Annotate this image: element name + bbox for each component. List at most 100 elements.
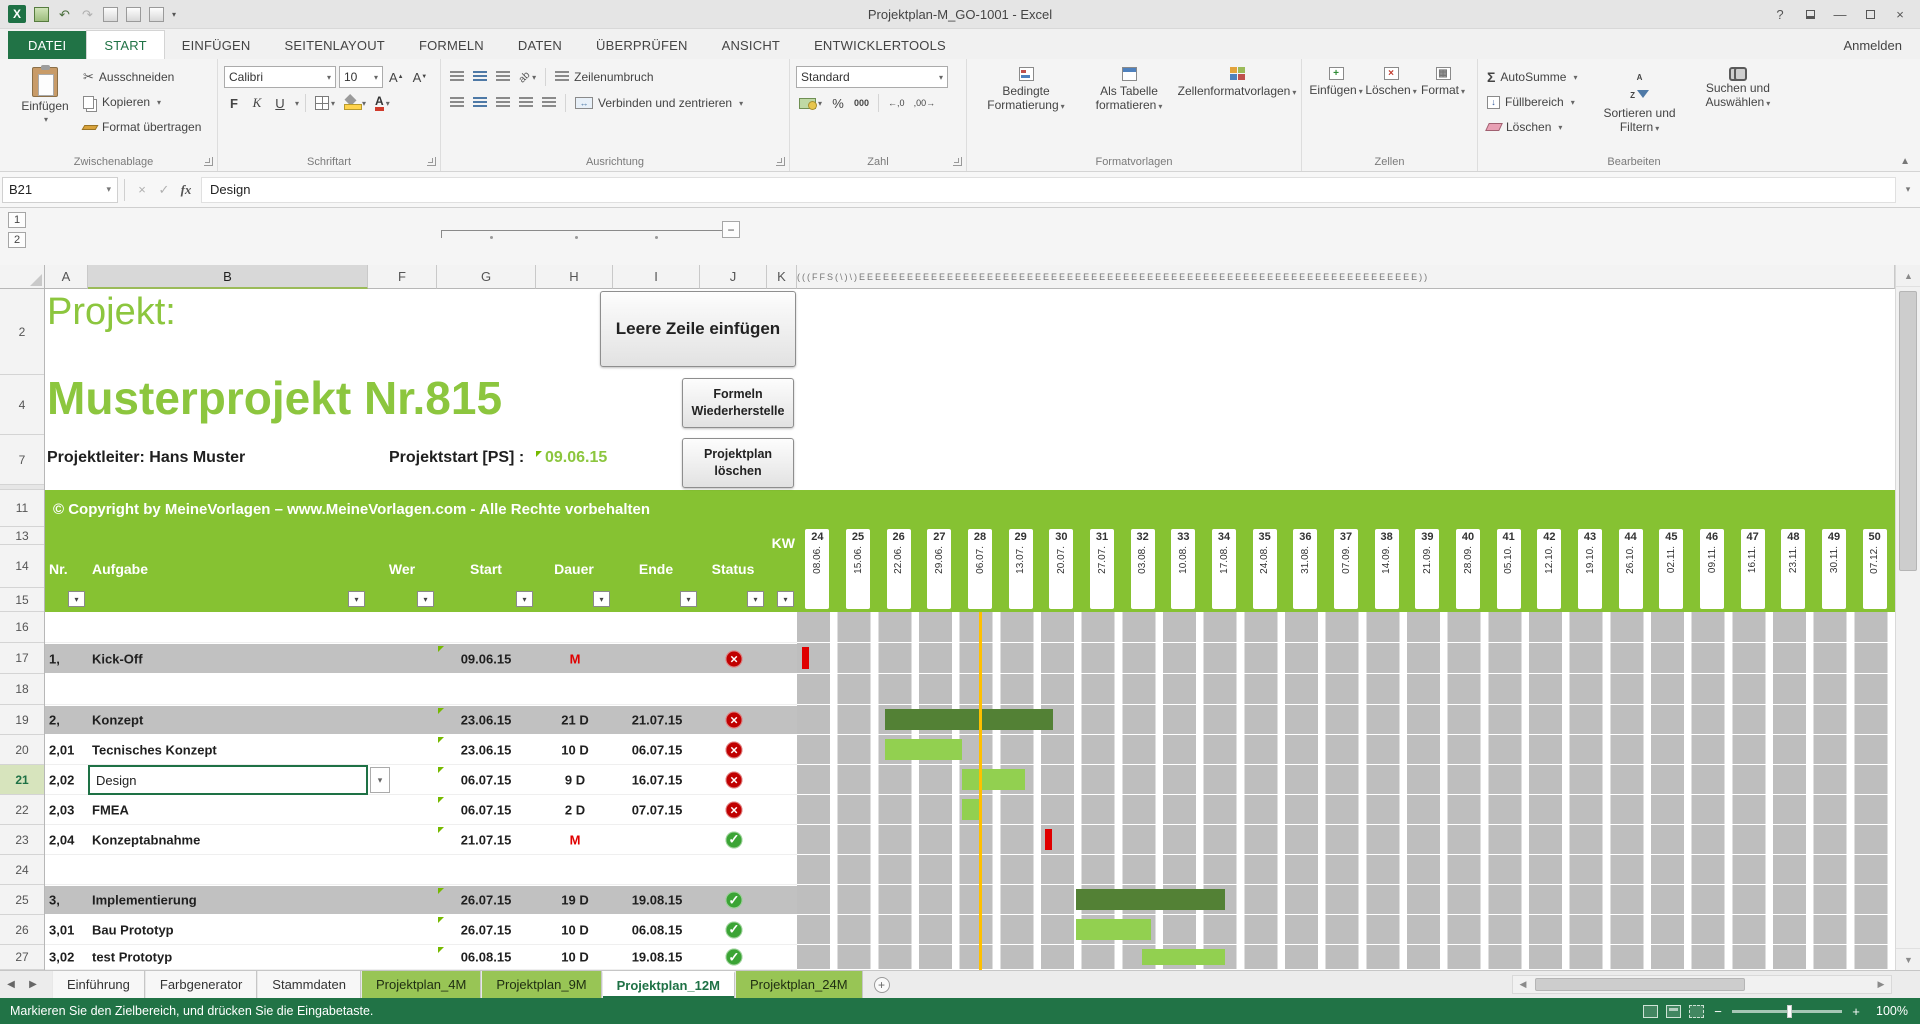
sheet-tab-farbgenerator[interactable]: Farbgenerator <box>145 971 257 998</box>
orientation-button[interactable]: ab▾ <box>516 66 539 88</box>
paste-button[interactable]: Einfügen ▾ <box>16 64 74 151</box>
name-box[interactable]: B21 ▾ <box>2 177 118 203</box>
sign-in-link[interactable]: Anmelden <box>1843 38 1920 59</box>
outline-level-2-button[interactable]: 2 <box>8 232 26 248</box>
selected-cell[interactable]: Design <box>88 765 368 795</box>
ribbon-tab-berpr-fen[interactable]: ÜBERPRÜFEN <box>579 31 705 59</box>
filter-button-col-b[interactable]: ▾ <box>348 591 365 607</box>
task-row-19[interactable]: 2,Konzept23.06.1521 D21.07.15× <box>45 705 797 735</box>
row-header-21[interactable]: 21 <box>0 765 44 795</box>
task-row-20[interactable]: 2,01Tecnisches Konzept23.06.1510 D06.07.… <box>45 735 797 765</box>
increase-indent-button[interactable] <box>539 92 559 114</box>
row-header-19[interactable]: 19 <box>0 705 44 735</box>
row-header-15[interactable]: 15 <box>0 588 44 612</box>
vertical-scrollbar[interactable]: ▲ ▼ <box>1895 265 1920 970</box>
filter-button-col-i[interactable]: ▾ <box>680 591 697 607</box>
paste-quick-icon[interactable] <box>126 7 141 22</box>
close-button[interactable]: × <box>1886 3 1914 25</box>
zoom-level[interactable]: 100% <box>1870 1004 1908 1018</box>
font-color-button[interactable]: A▾ <box>372 92 393 114</box>
collapse-ribbon-icon[interactable]: ▲ <box>1900 156 1910 167</box>
decrease-decimal-button[interactable]: ,00→ <box>911 92 939 114</box>
increase-decimal-button[interactable]: ←,0 <box>885 92 908 114</box>
bold-button[interactable]: F <box>224 92 244 114</box>
new-sheet-button[interactable]: + <box>869 971 895 998</box>
zoom-slider-thumb[interactable] <box>1787 1005 1792 1018</box>
sheet-nav-left-icon[interactable]: ◀ <box>0 971 22 998</box>
wrap-text-button[interactable]: Zeilenumbruch <box>552 66 656 88</box>
ribbon-tab-daten[interactable]: DATEN <box>501 31 579 59</box>
cancel-entry-icon[interactable]: × <box>131 182 153 197</box>
task-row-18[interactable] <box>45 674 797 705</box>
vertical-scrollbar-thumb[interactable] <box>1899 291 1917 571</box>
row-header-4[interactable]: 4 <box>0 375 44 435</box>
scroll-up-icon[interactable]: ▲ <box>1896 265 1920 287</box>
zoom-in-icon[interactable]: + <box>1850 1004 1862 1019</box>
row-header-22[interactable]: 22 <box>0 795 44 825</box>
delete-cells-button[interactable]: × Löschen▾ <box>1364 64 1418 97</box>
normal-view-icon[interactable] <box>1643 1005 1658 1018</box>
column-headers-gantt[interactable]: (((FFS(\)\)EEEEEEEEEEEEEEEEEEEEEEEEEEEEE… <box>797 265 1895 289</box>
horizontal-scrollbar[interactable]: ◀ ▶ <box>1512 975 1892 994</box>
cut-button[interactable]: ✂Ausschneiden <box>80 66 204 88</box>
font-name-select[interactable]: Calibri▾ <box>224 66 336 88</box>
filter-button-col-h[interactable]: ▾ <box>593 591 610 607</box>
column-header-h[interactable]: H <box>536 265 613 289</box>
align-top-button[interactable] <box>447 66 467 88</box>
qat-menu-chevron-icon[interactable]: ▾ <box>172 10 176 19</box>
name-box-dropdown-icon[interactable]: ▾ <box>106 184 111 195</box>
ribbon-tab-einf-gen[interactable]: EINFÜGEN <box>165 31 268 59</box>
save-icon[interactable] <box>34 7 49 22</box>
zoom-out-icon[interactable]: − <box>1712 1004 1724 1019</box>
page-break-view-icon[interactable] <box>1689 1005 1704 1018</box>
column-header-j[interactable]: J <box>700 265 767 289</box>
sheet-tab-projektplan-24m[interactable]: Projektplan_24M <box>735 971 863 998</box>
task-row-27[interactable]: 3,02test Prototyp06.08.1510 D19.08.15✓ <box>45 945 797 970</box>
task-row-17[interactable]: 1,Kick-Off09.06.15M× <box>45 643 797 674</box>
row-header-24[interactable]: 24 <box>0 855 44 885</box>
grid[interactable]: Projekt: Musterprojekt Nr.815 Leere Zeil… <box>45 289 1895 970</box>
chevron-down-icon[interactable]: ▾ <box>295 99 299 108</box>
maximize-button[interactable] <box>1856 3 1884 25</box>
format-as-table-button[interactable]: Als Tabelle formatieren▾ <box>1079 64 1179 113</box>
align-bottom-button[interactable] <box>493 66 513 88</box>
horizontal-scrollbar-thumb[interactable] <box>1535 978 1745 991</box>
restore-formulas-button[interactable]: Formeln Wiederherstelle <box>682 378 794 428</box>
filter-button-col-a[interactable]: ▾ <box>68 591 85 607</box>
sheet-nav-right-icon[interactable]: ▶ <box>22 971 44 998</box>
row-header-11[interactable]: 11 <box>0 490 44 527</box>
ribbon-tab-entwicklertools[interactable]: ENTWICKLERTOOLS <box>797 31 963 59</box>
cell-styles-button[interactable]: Zellenformatvorlagen▾ <box>1179 64 1295 98</box>
row-header-7[interactable]: 7 <box>0 435 44 485</box>
sort-filter-button[interactable]: AZ Sortieren und Filtern▾ <box>1593 64 1685 151</box>
task-row-25[interactable]: 3,Implementierung26.07.1519 D19.08.15✓ <box>45 885 797 915</box>
scroll-down-icon[interactable]: ▼ <box>1896 948 1920 970</box>
undo-icon[interactable]: ↶ <box>57 7 72 22</box>
column-header-b[interactable]: B <box>88 265 368 289</box>
page-layout-view-icon[interactable] <box>1666 1005 1681 1018</box>
ribbon-display-options-icon[interactable] <box>1796 3 1824 25</box>
copy-button[interactable]: Kopieren▾ <box>80 91 204 113</box>
print-icon[interactable] <box>103 7 118 22</box>
column-header-k[interactable]: K <box>767 265 797 289</box>
row-header-20[interactable]: 20 <box>0 735 44 765</box>
align-right-button[interactable] <box>493 92 513 114</box>
zoom-slider[interactable] <box>1732 1010 1842 1013</box>
clipboard-dialog-launcher-icon[interactable] <box>204 157 213 166</box>
column-header-f[interactable]: F <box>368 265 437 289</box>
clear-button[interactable]: Löschen▾ <box>1484 116 1587 138</box>
sheet-tab-projektplan-9m[interactable]: Projektplan_9M <box>481 971 601 998</box>
ribbon-tab-seitenlayout[interactable]: SEITENLAYOUT <box>268 31 402 59</box>
number-format-select[interactable]: Standard▾ <box>796 66 948 88</box>
font-size-select[interactable]: 10▾ <box>339 66 383 88</box>
row-header-2[interactable]: 2 <box>0 289 44 375</box>
excel-logo-icon[interactable]: X <box>8 5 26 23</box>
alignment-dialog-launcher-icon[interactable] <box>776 157 785 166</box>
italic-button[interactable]: K <box>247 92 267 114</box>
comma-style-button[interactable]: 000 <box>851 92 872 114</box>
insert-empty-row-button[interactable]: Leere Zeile einfügen <box>600 291 796 367</box>
outline-collapse-button[interactable]: − <box>722 221 740 238</box>
number-dialog-launcher-icon[interactable] <box>953 157 962 166</box>
filter-button-col-g[interactable]: ▾ <box>516 591 533 607</box>
column-header-a[interactable]: A <box>45 265 88 289</box>
